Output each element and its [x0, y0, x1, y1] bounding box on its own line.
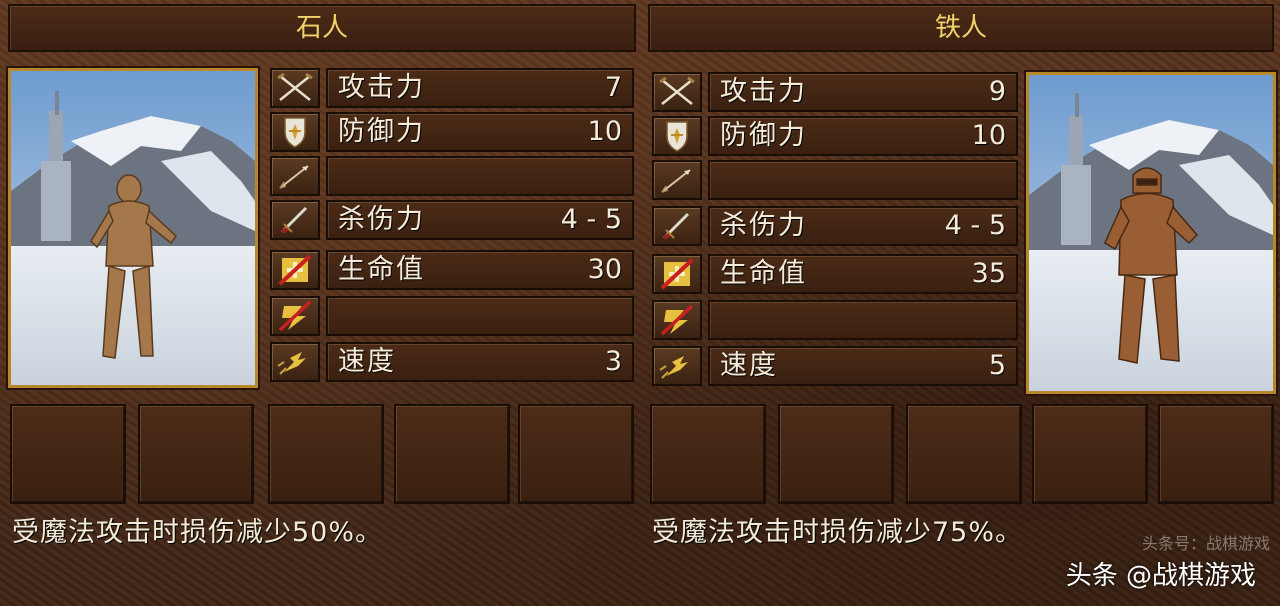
- sword-icon: [662, 212, 690, 240]
- right-attack-icon-cell: [652, 72, 702, 112]
- stat-value: 35: [971, 258, 1006, 289]
- right-shots-icon-cell: [652, 160, 702, 200]
- speed-icon: [277, 352, 306, 375]
- sword-icon: [280, 206, 308, 234]
- right-unit-name: 铁人: [934, 13, 987, 43]
- stat-label: 速度: [720, 350, 778, 381]
- stat-label: 攻击力: [720, 76, 807, 107]
- stat-label: 生命值: [720, 258, 807, 289]
- left-speed-icon-cell: [270, 342, 320, 382]
- stat-value: 7: [604, 72, 622, 103]
- stat-label: 生命值: [338, 254, 425, 285]
- left-unit-portrait: [8, 68, 258, 388]
- left-stat-health: 生命值 30: [326, 250, 634, 290]
- stat-value: 4 - 5: [560, 204, 622, 235]
- stat-label: 杀伤力: [338, 204, 425, 235]
- left-effect-slot-2[interactable]: [138, 404, 254, 504]
- right-effect-slot-1[interactable]: [650, 404, 766, 504]
- left-stat-defense: 防御力 10: [326, 112, 634, 152]
- watermark-small: 头条号：战棋游戏: [1141, 534, 1270, 553]
- stat-label: 速度: [338, 346, 396, 377]
- right-stat-defense: 防御力 10: [708, 116, 1018, 156]
- right-stat-speed: 速度 5: [708, 346, 1018, 386]
- right-unit-description: 受魔法攻击时损伤减少75%。: [652, 517, 1024, 548]
- left-unit-title: 石人: [8, 4, 636, 52]
- left-stat-mana: [326, 296, 634, 336]
- stat-value: 30: [587, 254, 622, 285]
- speed-icon: [659, 356, 688, 379]
- arrow-icon: [279, 165, 309, 189]
- right-speed-icon-cell: [652, 346, 702, 386]
- stat-value: 4 - 5: [944, 210, 1006, 241]
- stat-label: 杀伤力: [720, 210, 807, 241]
- right-effect-slot-3[interactable]: [906, 404, 1022, 504]
- stat-label: 防御力: [338, 116, 425, 147]
- left-stat-attack: 攻击力 7: [326, 68, 634, 108]
- left-effect-slot-1[interactable]: [10, 404, 126, 504]
- crossed-swords-icon: [659, 76, 695, 105]
- health-icon: [660, 258, 694, 290]
- right-unit-portrait: [1026, 72, 1276, 394]
- left-stat-speed: 速度 3: [326, 342, 634, 382]
- left-defense-icon-cell: [270, 112, 320, 152]
- right-stat-shots: [708, 160, 1018, 200]
- stat-label: 攻击力: [338, 72, 425, 103]
- stat-label: 防御力: [720, 120, 807, 151]
- crossed-swords-icon: [277, 72, 313, 101]
- left-unit-name: 石人: [295, 13, 348, 43]
- right-effect-slot-5[interactable]: [1158, 404, 1274, 504]
- stat-value: 10: [971, 120, 1006, 151]
- left-shots-icon-cell: [270, 156, 320, 196]
- right-stat-attack: 攻击力 9: [708, 72, 1018, 112]
- right-mana-icon-cell: [652, 300, 702, 340]
- right-stat-damage: 杀伤力 4 - 5: [708, 206, 1018, 246]
- left-effect-slot-4[interactable]: [394, 404, 510, 504]
- right-effect-slot-2[interactable]: [778, 404, 894, 504]
- right-stat-health: 生命值 35: [708, 254, 1018, 294]
- right-stat-mana: [708, 300, 1018, 340]
- left-unit-description: 受魔法攻击时损伤减少50%。: [12, 517, 384, 548]
- right-unit-title: 铁人: [648, 4, 1274, 52]
- left-mana-icon-cell: [270, 296, 320, 336]
- health-icon: [278, 254, 312, 286]
- right-effect-slot-4[interactable]: [1032, 404, 1148, 504]
- right-health-icon-cell: [652, 254, 702, 294]
- shield-icon: [666, 121, 688, 152]
- left-health-icon-cell: [270, 250, 320, 290]
- stat-value: 10: [587, 116, 622, 147]
- left-effect-slot-5[interactable]: [518, 404, 634, 504]
- left-damage-icon-cell: [270, 200, 320, 240]
- stat-value: 5: [988, 350, 1006, 381]
- mana-icon: [660, 304, 694, 336]
- shield-icon: [284, 117, 306, 148]
- stat-value: 3: [604, 346, 622, 377]
- mana-icon: [278, 300, 312, 332]
- arrow-icon: [661, 169, 691, 193]
- watermark-large: 头条 @战棋游戏: [1065, 561, 1256, 591]
- left-stat-shots: [326, 156, 634, 196]
- left-attack-icon-cell: [270, 68, 320, 108]
- left-stat-damage: 杀伤力 4 - 5: [326, 200, 634, 240]
- right-damage-icon-cell: [652, 206, 702, 246]
- stat-value: 9: [988, 76, 1006, 107]
- right-defense-icon-cell: [652, 116, 702, 156]
- left-effect-slot-3[interactable]: [268, 404, 384, 504]
